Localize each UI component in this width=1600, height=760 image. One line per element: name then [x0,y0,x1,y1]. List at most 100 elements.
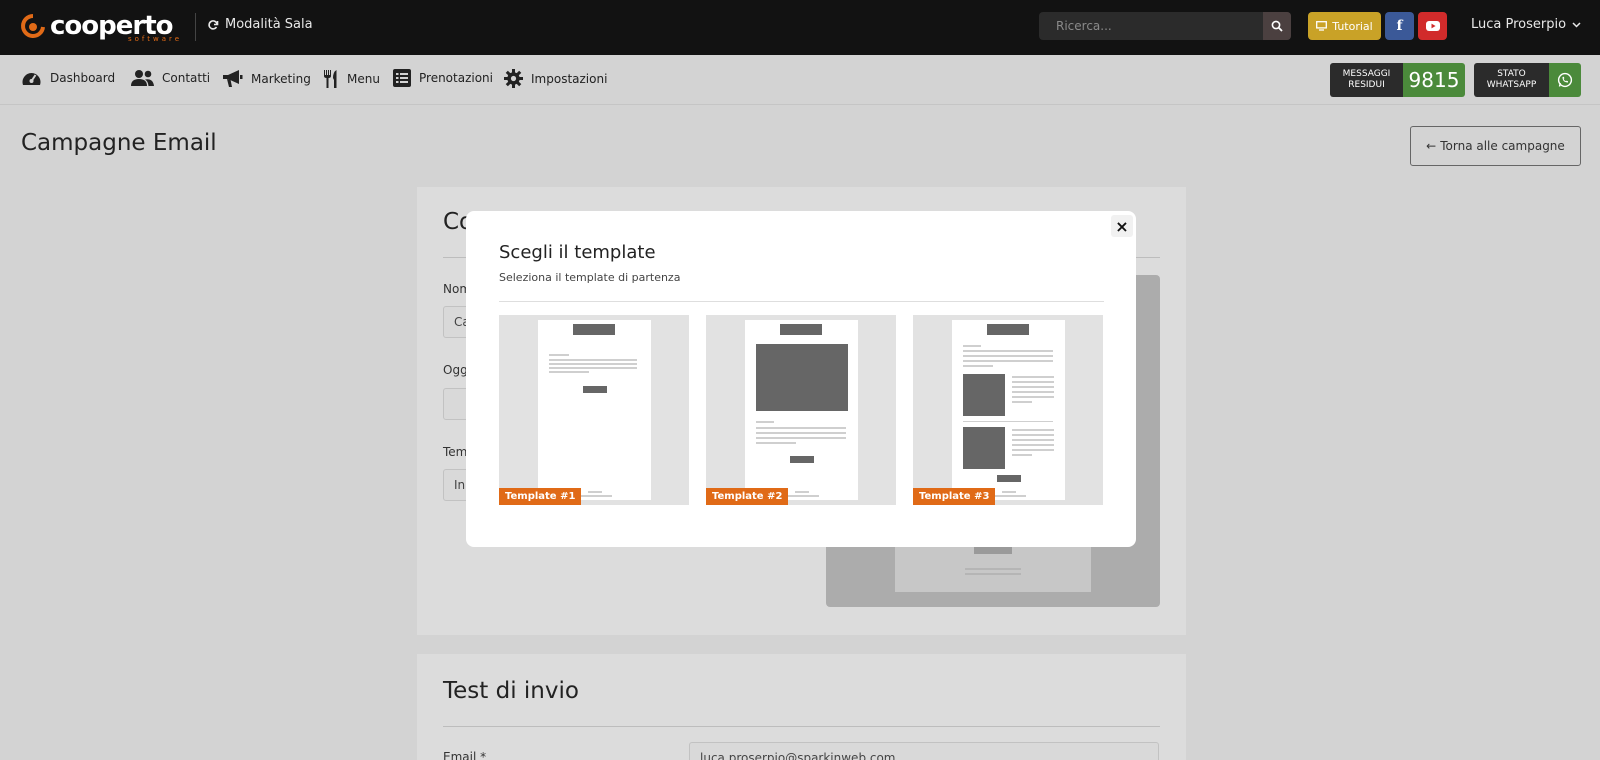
header-block [780,324,822,335]
gear-icon [504,69,523,88]
nav-item-dashboard[interactable]: Dashboard [21,69,115,87]
footer-line [785,495,819,497]
text-line [963,355,1053,357]
template-card-2[interactable]: Template #2 [706,315,896,505]
search-button[interactable] [1263,12,1291,40]
template-thumbnail [538,320,651,500]
megaphone-icon [222,69,243,88]
separator-line [963,421,1053,422]
modal-subtitle: Seleziona il template di partenza [499,271,681,284]
user-name: Luca Proserpio [1471,17,1567,32]
text-line [756,421,774,423]
monitor-icon [1316,21,1328,31]
nav-item-impostazioni[interactable]: Impostazioni [504,69,607,88]
chevron-down-icon [1572,21,1581,28]
logo-subtext: software [128,35,183,43]
close-icon: × [1115,216,1129,236]
modalita-sala-label: Modalità Sala [225,17,313,32]
template-label: Template #1 [499,488,582,505]
text-line [1012,386,1054,388]
search-input[interactable] [1039,12,1263,40]
template-thumbnail [952,320,1065,500]
image-block [963,427,1005,469]
text-line [1012,434,1054,436]
text-line [756,437,846,439]
messaggi-residui-label: MESSAGGI RESIDUI [1330,63,1403,97]
template-label: Template #3 [913,488,996,505]
user-menu[interactable]: Luca Proserpio [1471,17,1581,32]
nav-item-label: Impostazioni [531,71,608,86]
text-line [756,427,846,429]
text-line [1012,444,1054,446]
search-box [1039,12,1291,40]
template-label: Template #2 [706,488,789,505]
header-block [573,324,615,335]
divider [195,13,196,41]
logo-mark-icon [21,14,45,38]
main-nav: Dashboard Contatti Marketing Menu Prenot… [0,55,1600,105]
footer-line [795,491,809,493]
nav-item-menu[interactable]: Menu [323,69,380,89]
top-bar: cooperto software Modalità Sala Tutorial… [0,0,1600,55]
text-line [549,354,569,356]
text-line [1012,449,1054,451]
text-line [1012,429,1054,431]
stato-whatsapp-label: STATO WHATSAPP [1474,63,1549,97]
text-line [1012,439,1054,441]
youtube-button[interactable] [1418,12,1447,40]
users-icon [131,69,154,87]
tutorial-button[interactable]: Tutorial [1308,12,1381,40]
utensils-icon [323,69,339,89]
text-line [1012,376,1054,378]
dashboard-icon [21,69,42,87]
nav-item-prenotazioni[interactable]: Prenotazioni [393,69,493,87]
template-card-3[interactable]: Template #3 [913,315,1103,505]
cta-block [790,456,814,463]
modalita-sala-link[interactable]: Modalità Sala [207,17,313,32]
messaggi-residui-count: 9815 [1403,63,1465,97]
footer-line [578,495,612,497]
image-block [963,374,1005,416]
tutorial-label: Tutorial [1332,19,1373,33]
text-line [549,363,637,365]
whatsapp-icon [1549,63,1581,97]
text-line [1012,401,1032,403]
modal-title: Scegli il template [499,242,656,263]
text-line [549,367,637,369]
text-line [1012,391,1054,393]
divider [499,301,1104,302]
text-line [549,359,637,361]
facebook-button[interactable]: f [1385,12,1414,40]
footer-line [1002,491,1016,493]
footer-line [992,495,1026,497]
text-line [756,442,796,444]
text-line [963,350,1053,352]
cta-block [583,386,607,393]
nav-item-label: Menu [347,72,380,86]
close-button[interactable]: × [1111,215,1133,237]
nav-item-label: Contatti [162,71,211,85]
refresh-icon [208,19,219,30]
nav-item-label: Marketing [251,71,311,86]
nav-item-marketing[interactable]: Marketing [222,69,311,88]
text-line [1012,396,1054,398]
cta-block [997,475,1021,482]
template-thumbnail [745,320,858,500]
text-line [1012,381,1054,383]
stato-whatsapp-badge[interactable]: STATO WHATSAPP [1474,63,1581,97]
image-block [756,344,848,411]
cooperto-logo[interactable]: cooperto software [20,9,179,43]
text-line [963,345,981,347]
text-line [549,371,589,373]
template-card-1[interactable]: Template #1 [499,315,689,505]
text-line [1012,454,1032,456]
youtube-icon [1425,21,1440,31]
footer-line [588,491,602,493]
text-line [963,360,1053,362]
messaggi-residui-badge: MESSAGGI RESIDUI 9815 [1330,63,1465,97]
template-chooser-modal: × Scegli il template Seleziona il templa… [466,211,1136,547]
nav-item-contatti[interactable]: Contatti [131,69,210,87]
text-line [963,365,993,367]
nav-item-label: Prenotazioni [419,71,493,85]
nav-item-label: Dashboard [50,71,116,85]
